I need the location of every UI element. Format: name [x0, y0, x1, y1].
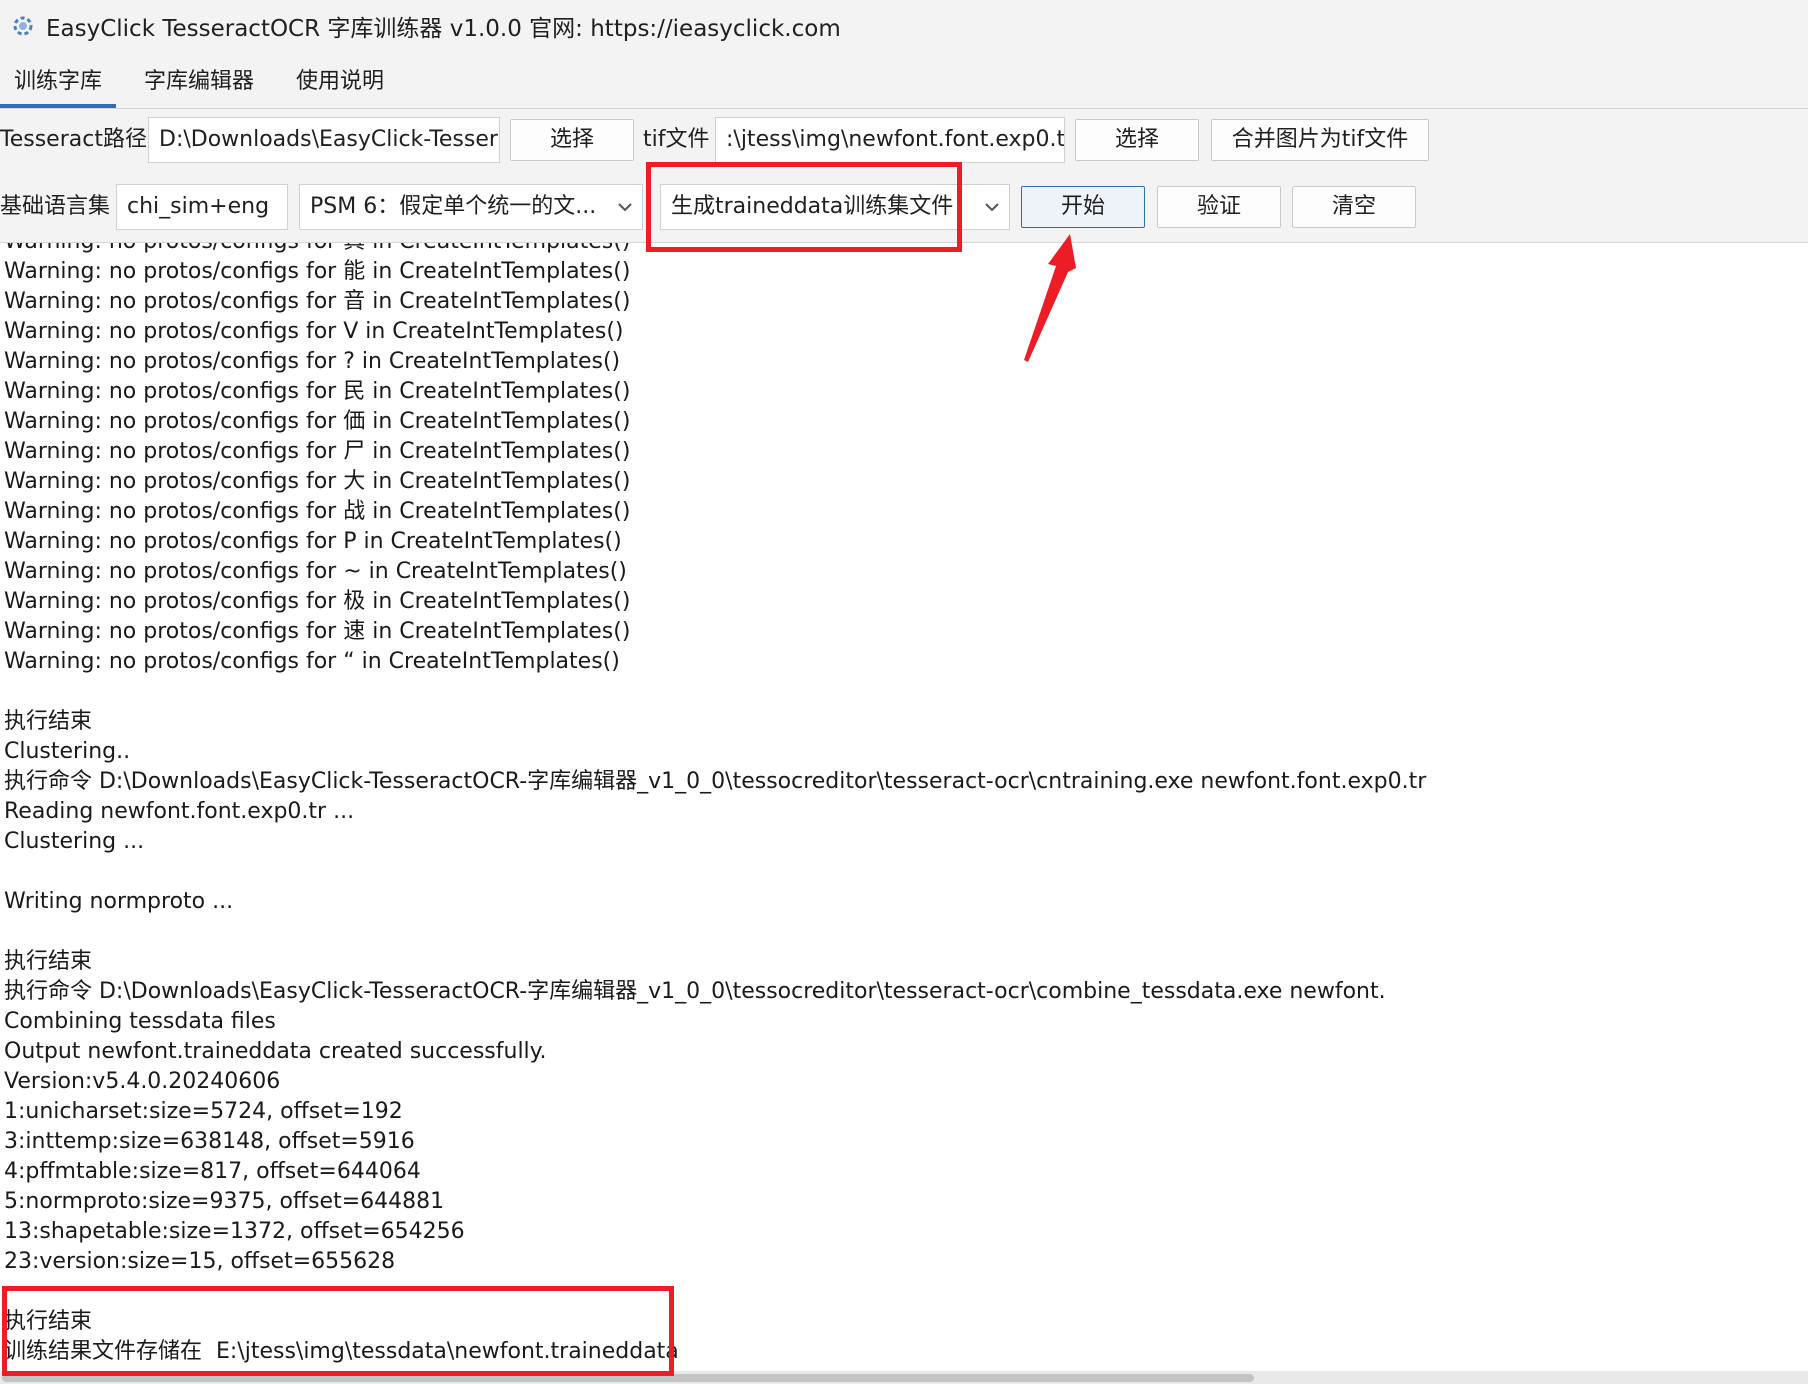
log-line: Warning: no protos/configs for 音 in Crea…	[4, 289, 631, 314]
log-line: 5:normproto:size=9375, offset=644881	[4, 1189, 445, 1214]
log-line: 13:shapetable:size=1372, offset=654256	[4, 1219, 465, 1244]
log-line: Warning: no protos/configs for 极 in Crea…	[4, 589, 631, 614]
log-line: 执行结束	[4, 1309, 93, 1334]
log-line: Warning: no protos/configs for 真 in Crea…	[4, 243, 1426, 257]
log-line: Warning: no protos/configs for 能 in Crea…	[4, 259, 631, 284]
tab-font-editor[interactable]: 字库编辑器	[130, 62, 268, 108]
log-line: 执行结束	[4, 949, 93, 974]
log-line: 3:inttemp:size=638148, offset=5916	[4, 1129, 415, 1154]
chevron-down-icon	[985, 203, 999, 212]
action-select[interactable]: 生成traineddata训练集文件	[660, 184, 1010, 230]
horizontal-scrollbar[interactable]	[0, 1371, 1808, 1384]
psm-select-value: PSM 6：假定单个统一的文...	[310, 194, 597, 219]
log-line: 23:version:size=15, offset=655628	[4, 1249, 396, 1274]
gear-icon	[10, 13, 36, 39]
log-line: 执行命令 D:\Downloads\EasyClick-TesseractOCR…	[4, 979, 1386, 1004]
tesseract-path-input[interactable]: D:\Downloads\EasyClick-Tessera	[148, 117, 500, 163]
scrollbar-thumb[interactable]	[2, 1374, 1254, 1382]
log-line: Clustering..	[4, 739, 131, 764]
log-line: Warning: no protos/configs for ? in Crea…	[4, 349, 621, 374]
log-line: 训练结果文件存储在 E:\jtess\img\tessdata\newfont.…	[4, 1339, 679, 1364]
log-line: Warning: no protos/configs for 民 in Crea…	[4, 379, 631, 404]
log-line: 1:unicharset:size=5724, offset=192	[4, 1099, 403, 1124]
log-line: Warning: no protos/configs for “ in Crea…	[4, 649, 620, 674]
title-bar: EasyClick TesseractOCR 字库训练器 v1.0.0 官网: …	[0, 0, 1808, 52]
toolbar-row-paths: Tesseract路径 D:\Downloads\EasyClick-Tesse…	[0, 117, 1808, 165]
log-line: Warning: no protos/configs for 速 in Crea…	[4, 619, 631, 644]
log-line: Warning: no protos/configs for 战 in Crea…	[4, 499, 631, 524]
start-button[interactable]: 开始	[1021, 186, 1145, 228]
base-language-label: 基础语言集	[0, 194, 111, 219]
log-line: Output newfont.traineddata created succe…	[4, 1039, 547, 1064]
log-line: Warning: no protos/configs for P in Crea…	[4, 529, 622, 554]
tab-instructions[interactable]: 使用说明	[282, 62, 398, 108]
toolbar-row-actions: 基础语言集 chi_sim+eng PSM 6：假定单个统一的文... 生成tr…	[0, 184, 1808, 232]
log-line: Writing normproto ...	[4, 889, 234, 914]
merge-images-button[interactable]: 合并图片为tif文件	[1211, 119, 1429, 161]
window-title: EasyClick TesseractOCR 字库训练器 v1.0.0 官网: …	[46, 16, 841, 42]
log-line: Reading newfont.font.exp0.tr ...	[4, 799, 355, 824]
tif-file-label: tif文件	[643, 127, 710, 152]
log-line: Warning: no protos/configs for 尸 in Crea…	[4, 439, 631, 464]
select-tesseract-button[interactable]: 选择	[510, 119, 634, 161]
base-language-input[interactable]: chi_sim+eng	[116, 184, 288, 230]
log-line: Combining tessdata files	[4, 1009, 276, 1034]
log-line: Warning: no protos/configs for 大 in Crea…	[4, 469, 631, 494]
log-line: 执行结束	[4, 709, 93, 734]
log-lines: Warning: no protos/configs for 真 in Crea…	[4, 243, 1427, 1367]
clear-button[interactable]: 清空	[1292, 186, 1416, 228]
log-output[interactable]: Warning: no protos/configs for 真 in Crea…	[0, 242, 1808, 1384]
tif-file-input[interactable]: :\jtess\img\newfont.font.exp0.tif	[715, 117, 1065, 163]
tab-train-font[interactable]: 训练字库	[0, 62, 117, 108]
log-line: Warning: no protos/configs for ~ in Crea…	[4, 559, 627, 584]
log-line: 执行命令 D:\Downloads\EasyClick-TesseractOCR…	[4, 769, 1427, 794]
tesseract-path-label: Tesseract路径	[0, 127, 147, 152]
chevron-down-icon	[618, 203, 632, 212]
app-window: EasyClick TesseractOCR 字库训练器 v1.0.0 官网: …	[0, 0, 1808, 1384]
psm-select[interactable]: PSM 6：假定单个统一的文...	[299, 184, 643, 230]
select-tif-button[interactable]: 选择	[1075, 119, 1199, 161]
verify-button[interactable]: 验证	[1157, 186, 1281, 228]
log-line: 4:pffmtable:size=817, offset=644064	[4, 1159, 421, 1184]
action-select-value: 生成traineddata训练集文件	[671, 194, 954, 219]
log-line: Version:v5.4.0.20240606	[4, 1069, 281, 1094]
log-line: Clustering ...	[4, 829, 145, 854]
tab-bar: 训练字库 字库编辑器 使用说明	[0, 56, 1808, 109]
log-line: Warning: no protos/configs for V in Crea…	[4, 319, 624, 344]
log-line: Warning: no protos/configs for 価 in Crea…	[4, 409, 631, 434]
